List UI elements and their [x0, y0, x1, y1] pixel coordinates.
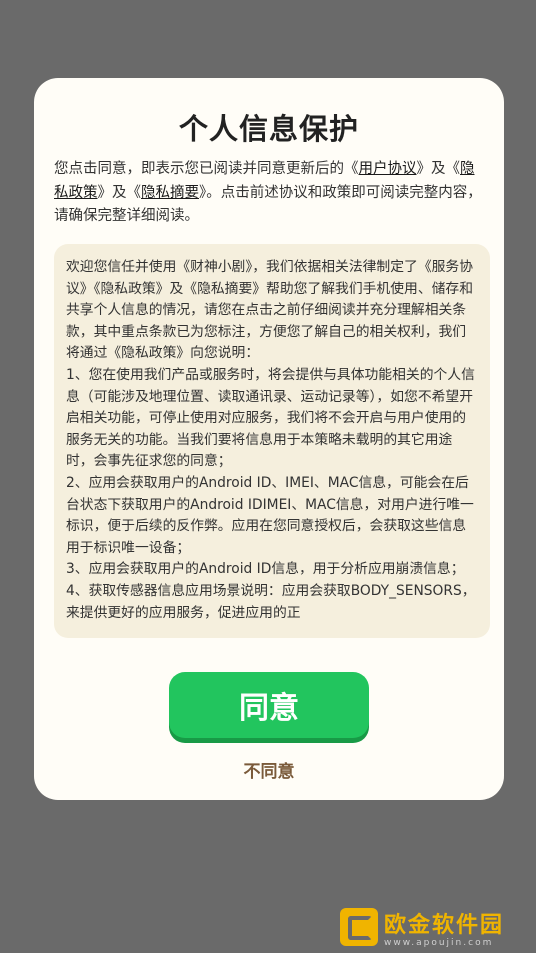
watermark-name: 欧金软件园: [384, 912, 505, 938]
agree-button[interactable]: 同意: [169, 672, 369, 738]
privacy-dialog: 个人信息保护 您点击同意，即表示您已阅读并同意更新后的《用户协议》及《隐私政策》…: [34, 78, 504, 800]
watermark-text: 欧金软件园 www.apoujin.com: [384, 907, 504, 948]
policy-paragraph: 2、应用会获取用户的Android ID、IMEI、MAC信息，可能会在后台状态…: [66, 474, 474, 556]
watermark-logo-icon: [340, 908, 378, 946]
watermark-url: www.apoujin.com: [384, 937, 494, 948]
intro-part1: 您点击同意，即表示您已阅读并同意更新后的《: [54, 161, 359, 177]
policy-paragraph: 欢迎您信任并使用《财神小剧》，我们依据相关法律制定了《服务协议》《隐私政策》及《…: [66, 259, 474, 362]
intro-part2: 》及《: [416, 161, 461, 177]
policy-paragraph: 3、应用会获取用户的Android ID信息，用于分析应用崩溃信息；: [66, 561, 465, 578]
watermark: 欧金软件园 www.apoujin.com: [340, 905, 530, 949]
intro-part3: 》及《: [97, 184, 142, 201]
policy-text: 欢迎您信任并使用《财神小剧》，我们依据相关法律制定了《服务协议》《隐私政策》及《…: [54, 244, 490, 624]
policy-scroll-area[interactable]: 欢迎您信任并使用《财神小剧》，我们依据相关法律制定了《服务协议》《隐私政策》及《…: [54, 244, 490, 638]
privacy-summary-link[interactable]: 隐私摘要: [141, 185, 199, 201]
disagree-button[interactable]: 不同意: [34, 757, 504, 782]
policy-paragraph: 4、获取传感器信息应用场景说明：应用会获取BODY_SENSORS，来提供更好的…: [66, 582, 476, 621]
intro-text: 您点击同意，即表示您已阅读并同意更新后的《用户协议》及《隐私政策》及《隐私摘要》…: [54, 158, 486, 229]
user-agreement-link[interactable]: 用户协议: [359, 161, 417, 177]
policy-paragraph: 1、您在使用我们产品或服务时，将会提供与具体功能相关的个人信息（可能涉及地理位置…: [66, 366, 475, 470]
dialog-title: 个人信息保护: [178, 112, 359, 146]
